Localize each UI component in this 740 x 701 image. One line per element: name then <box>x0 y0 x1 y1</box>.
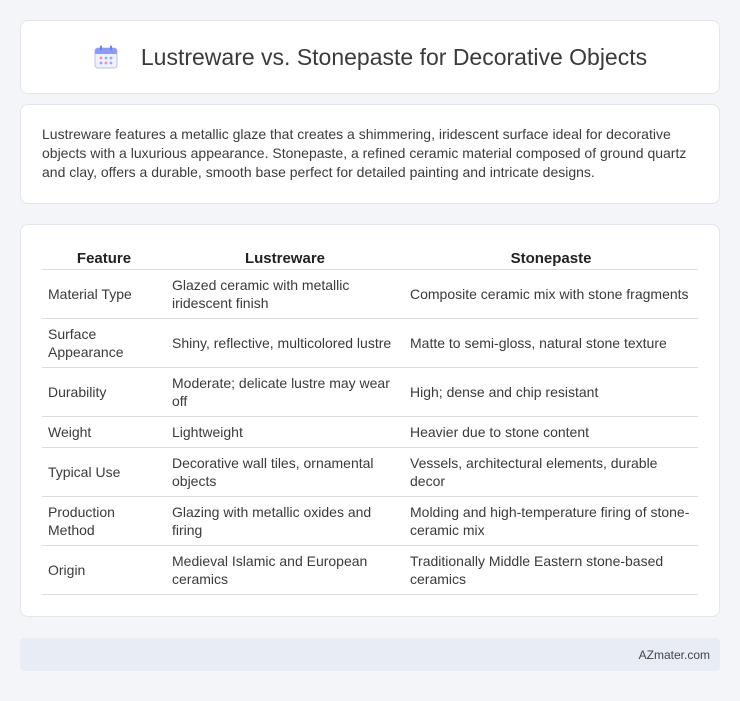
intro-card: Lustreware features a metallic glaze tha… <box>20 104 720 204</box>
feature-cell: Production Method <box>42 497 166 546</box>
table-row: Material Type Glazed ceramic with metall… <box>42 270 698 319</box>
table-row: Production Method Glazing with metallic … <box>42 497 698 546</box>
table-row: Weight Lightweight Heavier due to stone … <box>42 417 698 448</box>
lustreware-cell: Shiny, reflective, multicolored lustre <box>166 319 404 368</box>
column-header-feature: Feature <box>42 245 166 270</box>
lustreware-cell: Glazing with metallic oxides and firing <box>166 497 404 546</box>
lustreware-cell: Glazed ceramic with metallic iridescent … <box>166 270 404 319</box>
table-row: Origin Medieval Islamic and European cer… <box>42 546 698 595</box>
stonepaste-cell: High; dense and chip resistant <box>404 368 698 417</box>
footer-brand[interactable]: AZmater.com <box>639 648 710 662</box>
title-card: Lustreware vs. Stonepaste for Decorative… <box>20 20 720 94</box>
lustreware-cell: Decorative wall tiles, ornamental object… <box>166 448 404 497</box>
table-header-row: Feature Lustreware Stonepaste <box>42 245 698 270</box>
feature-cell: Weight <box>42 417 166 448</box>
feature-cell: Origin <box>42 546 166 595</box>
lustreware-cell: Lightweight <box>166 417 404 448</box>
feature-cell: Durability <box>42 368 166 417</box>
table-row: Typical Use Decorative wall tiles, ornam… <box>42 448 698 497</box>
stonepaste-cell: Composite ceramic mix with stone fragmen… <box>404 270 698 319</box>
footer-bar: AZmater.com <box>20 638 720 671</box>
stonepaste-cell: Matte to semi-gloss, natural stone textu… <box>404 319 698 368</box>
stonepaste-cell: Heavier due to stone content <box>404 417 698 448</box>
lustreware-cell: Moderate; delicate lustre may wear off <box>166 368 404 417</box>
stonepaste-cell: Molding and high-temperature firing of s… <box>404 497 698 546</box>
feature-cell: Typical Use <box>42 448 166 497</box>
column-header-lustreware: Lustreware <box>166 245 404 270</box>
title-wrap: Lustreware vs. Stonepaste for Decorative… <box>93 44 647 71</box>
intro-paragraph: Lustreware features a metallic glaze tha… <box>42 126 687 180</box>
comparison-table: Feature Lustreware Stonepaste Material T… <box>42 245 698 595</box>
table-row: Durability Moderate; delicate lustre may… <box>42 368 698 417</box>
calendar-icon <box>94 45 118 69</box>
comparison-card: Feature Lustreware Stonepaste Material T… <box>20 224 720 617</box>
feature-cell: Surface Appearance <box>42 319 166 368</box>
stonepaste-cell: Traditionally Middle Eastern stone-based… <box>404 546 698 595</box>
page-title: Lustreware vs. Stonepaste for Decorative… <box>140 43 648 70</box>
column-header-stonepaste: Stonepaste <box>404 245 698 270</box>
feature-cell: Material Type <box>42 270 166 319</box>
table-row: Surface Appearance Shiny, reflective, mu… <box>42 319 698 368</box>
lustreware-cell: Medieval Islamic and European ceramics <box>166 546 404 595</box>
stonepaste-cell: Vessels, architectural elements, durable… <box>404 448 698 497</box>
